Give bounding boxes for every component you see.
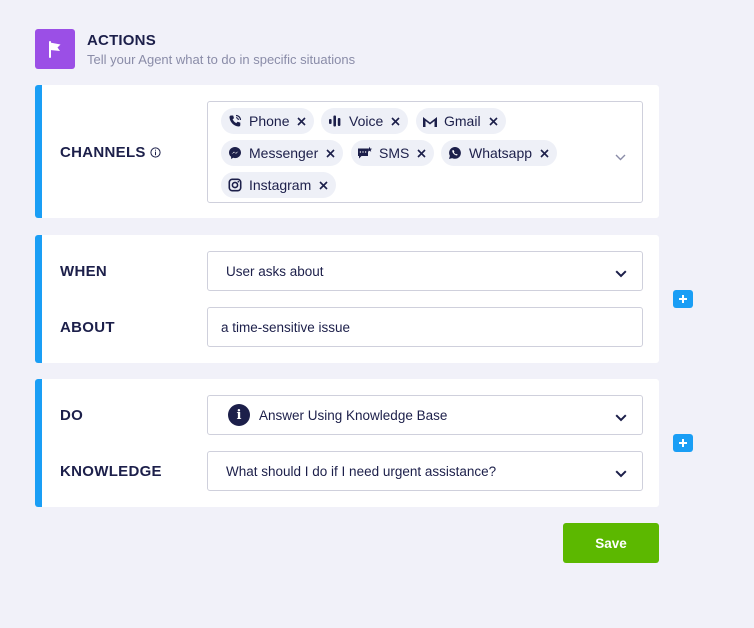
channels-label: CHANNELS	[60, 144, 161, 162]
channels-multiselect[interactable]: Phone Voice Gmail Messenger SMS Whatsapp…	[207, 101, 643, 203]
knowledge-label: KNOWLEDGE	[60, 463, 162, 480]
page-subtitle: Tell your Agent what to do in specific s…	[87, 52, 356, 67]
when-card: WHEN User asks about ABOUT a time-sensit…	[35, 235, 659, 363]
phone-icon	[227, 113, 243, 129]
sms-icon	[357, 145, 373, 161]
knowledge-select[interactable]: What should I do if I need urgent assist…	[207, 451, 643, 491]
actions-header: ACTIONS Tell your Agent what to do in sp…	[35, 29, 355, 69]
do-label: DO	[60, 407, 84, 424]
about-label: ABOUT	[60, 319, 115, 336]
chip-sms: SMS	[351, 140, 435, 166]
remove-whatsapp-icon[interactable]	[540, 148, 549, 158]
flag-icon	[35, 29, 75, 69]
do-card: DO i Answer Using Knowledge Base KNOWLED…	[35, 379, 659, 507]
channels-card: CHANNELS Phone Voice Gmail Messenger SMS…	[35, 85, 659, 218]
chip-whatsapp: Whatsapp	[441, 140, 558, 166]
chevron-down-icon[interactable]	[615, 148, 626, 166]
add-condition-button[interactable]	[673, 290, 693, 308]
when-select[interactable]: User asks about	[207, 251, 643, 291]
chevron-down-icon	[615, 466, 627, 481]
do-select[interactable]: i Answer Using Knowledge Base	[207, 395, 643, 435]
when-label: WHEN	[60, 263, 108, 280]
info-circle-icon: i	[228, 404, 250, 426]
chip-phone: Phone	[221, 108, 315, 134]
gmail-icon	[422, 113, 438, 129]
remove-instagram-icon[interactable]	[319, 180, 328, 190]
chip-messenger: Messenger	[221, 140, 344, 166]
chip-instagram: Instagram	[221, 172, 337, 198]
about-input[interactable]: a time-sensitive issue	[207, 307, 643, 347]
chevron-down-icon	[615, 410, 627, 425]
whatsapp-icon	[447, 145, 463, 161]
messenger-icon	[227, 145, 243, 161]
remove-gmail-icon[interactable]	[488, 116, 498, 126]
chevron-down-icon	[615, 266, 627, 281]
chip-voice: Voice	[321, 108, 409, 134]
remove-phone-icon[interactable]	[297, 116, 307, 126]
remove-messenger-icon[interactable]	[326, 148, 335, 158]
remove-voice-icon[interactable]	[391, 116, 400, 126]
page-title: ACTIONS	[87, 32, 156, 49]
chip-gmail: Gmail	[416, 108, 506, 134]
add-action-button[interactable]	[673, 434, 693, 452]
save-button[interactable]: Save	[563, 523, 659, 563]
voice-icon	[327, 113, 343, 129]
remove-sms-icon[interactable]	[417, 148, 426, 158]
info-icon[interactable]	[150, 145, 161, 162]
instagram-icon	[227, 177, 243, 193]
